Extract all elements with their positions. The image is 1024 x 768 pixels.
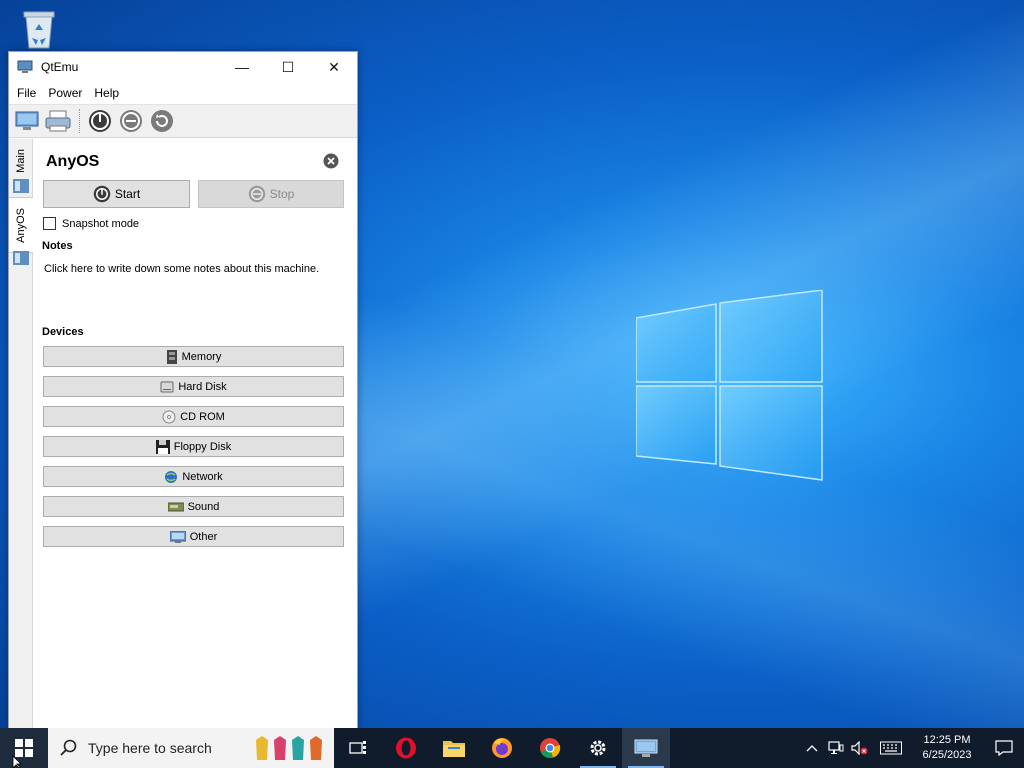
machine-name: AnyOS: [46, 153, 100, 170]
toolbar-separator: [79, 109, 80, 133]
side-tab-bar: Main AnyOS: [9, 139, 33, 728]
title-bar[interactable]: QtEmu — ☐ ✕: [9, 52, 357, 82]
network-tray-icon[interactable]: [824, 728, 848, 768]
start-power-icon: [93, 185, 111, 203]
toolbar: [9, 104, 357, 138]
firefox-icon[interactable]: [478, 728, 526, 768]
clock-date: 6/25/2023: [922, 749, 972, 761]
qtemu-window: QtEmu — ☐ ✕ File Power Help Main AnyOS A…: [8, 51, 358, 729]
opera-icon[interactable]: [382, 728, 430, 768]
volume-muted-icon[interactable]: [848, 728, 872, 768]
hard-disk-button[interactable]: Hard Disk: [43, 376, 344, 397]
notification-center-icon[interactable]: [984, 728, 1024, 768]
maximize-button[interactable]: ☐: [265, 52, 311, 82]
machine-panel: AnyOS Start Stop Snapshot mode Notes Cli…: [33, 139, 357, 728]
system-tray: 12:25 PM 6/25/2023: [800, 728, 1024, 768]
devices-heading: Devices: [42, 326, 84, 338]
other-icon: [169, 530, 186, 543]
tab-anyos[interactable]: AnyOS: [9, 197, 33, 253]
content-area: Main AnyOS AnyOS Start Stop Snapshot mod…: [9, 139, 357, 728]
cd-rom-icon: [162, 410, 176, 423]
snapshot-checkbox-box[interactable]: [43, 217, 56, 230]
notes-heading: Notes: [42, 240, 73, 252]
menu-bar: File Power Help: [9, 82, 357, 104]
windows-start-icon: [15, 739, 33, 757]
clock[interactable]: 12:25 PM 6/25/2023: [910, 733, 984, 763]
taskbar: Type here to search 12:25 PM 6/25/2023: [0, 728, 1024, 768]
taskbar-search-box[interactable]: Type here to search: [48, 728, 334, 768]
start-button[interactable]: Start: [43, 180, 190, 208]
search-placeholder: Type here to search: [88, 740, 212, 756]
menu-help[interactable]: Help: [88, 86, 125, 100]
qtemu-app-icon: [17, 60, 33, 73]
search-highlight-icon: [256, 736, 322, 760]
notes-field[interactable]: Click here to write down some notes abou…: [44, 263, 319, 275]
windows-logo: [636, 290, 823, 481]
hard-disk-icon: [160, 381, 174, 392]
memory-icon: [166, 349, 177, 364]
cd-rom-button[interactable]: CD ROM: [43, 406, 344, 427]
keyboard-icon[interactable]: [872, 728, 910, 768]
network-button[interactable]: Network: [43, 466, 344, 487]
reset-icon[interactable]: [148, 107, 176, 135]
network-icon: [165, 470, 178, 483]
start-button[interactable]: [0, 728, 48, 768]
clock-time: 12:25 PM: [923, 734, 971, 746]
sound-icon: [167, 502, 184, 511]
main-tab-icon: [13, 179, 29, 193]
power-on-icon[interactable]: [86, 107, 114, 135]
file-explorer-icon[interactable]: [430, 728, 478, 768]
task-view-icon[interactable]: [334, 728, 382, 768]
tab-main[interactable]: Main: [9, 145, 33, 177]
chevron-up-icon[interactable]: [800, 728, 824, 768]
mouse-cursor-icon: [12, 756, 22, 768]
qtemu-taskbar-icon[interactable]: [622, 728, 670, 768]
menu-file[interactable]: File: [11, 86, 42, 100]
minimize-button[interactable]: —: [219, 52, 265, 82]
recycle-bin-icon[interactable]: [18, 6, 60, 50]
memory-button[interactable]: Memory: [43, 346, 344, 367]
anyos-tab-icon: [13, 251, 29, 265]
other-button[interactable]: Other: [43, 526, 344, 547]
floppy-disk-icon: [155, 439, 170, 454]
search-icon: [60, 739, 77, 756]
sound-button[interactable]: Sound: [43, 496, 344, 517]
pause-icon[interactable]: [117, 107, 145, 135]
snapshot-mode-checkbox[interactable]: Snapshot mode: [43, 217, 139, 230]
window-title: QtEmu: [41, 60, 79, 74]
close-button[interactable]: ✕: [311, 52, 357, 82]
new-machine-icon[interactable]: [13, 107, 41, 135]
chrome-icon[interactable]: [526, 728, 574, 768]
stop-icon: [248, 185, 265, 203]
menu-power[interactable]: Power: [42, 86, 88, 100]
close-machine-icon[interactable]: [323, 153, 339, 169]
stop-button[interactable]: Stop: [198, 180, 344, 208]
floppy-disk-button[interactable]: Floppy Disk: [43, 436, 344, 457]
settings-icon[interactable]: [574, 728, 622, 768]
printer-icon[interactable]: [44, 107, 72, 135]
